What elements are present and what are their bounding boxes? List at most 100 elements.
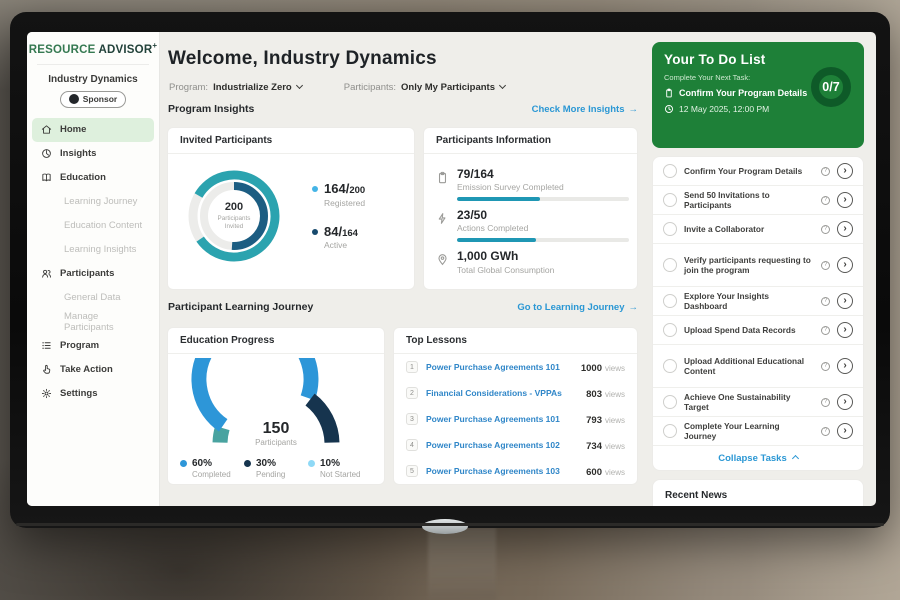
sidebar-nav: HomeInsights Education Learning Journey Edu…: [27, 118, 159, 406]
task-checkbox[interactable]: [663, 164, 677, 178]
task-row[interactable]: Send 50 Invitations to Participants?›: [653, 186, 863, 215]
chevron-down-icon: [296, 82, 303, 89]
task-checkbox[interactable]: [663, 258, 677, 272]
sidebar-item-participants[interactable]: Participants: [32, 262, 154, 286]
lesson-link[interactable]: Power Purchase Agreements 103: [426, 466, 578, 476]
task-row[interactable]: Achieve One Sustainability Target?›: [653, 388, 863, 417]
help-icon[interactable]: ?: [821, 398, 830, 407]
sidebar-item-label: Manage Participants: [64, 311, 145, 333]
monitor-power-button: [422, 519, 468, 534]
participants-filter-value[interactable]: Only My Participants: [401, 82, 495, 93]
todo-summary-card: Your To Do List Complete Your Next Task:…: [652, 42, 864, 148]
task-checkbox[interactable]: [663, 395, 677, 409]
legend-dot: [312, 229, 318, 235]
sidebar-item-label: Education Content: [64, 220, 142, 231]
task-open-button[interactable]: ›: [837, 394, 853, 410]
sidebar-item-take-action[interactable]: Take Action: [32, 358, 154, 382]
sidebar-item-label: Participants: [60, 268, 114, 279]
program-filter[interactable]: Program:Industrialize Zero: [169, 82, 302, 93]
task-open-button[interactable]: ›: [837, 358, 853, 374]
lesson-views: 734views: [586, 436, 625, 454]
todo-title: Your To Do List: [664, 52, 852, 67]
sidebar-item-learning-journey[interactable]: Learning Journey: [32, 190, 154, 214]
sidebar-item-label: Education: [60, 172, 106, 183]
collapse-tasks-link[interactable]: Collapse Tasks: [653, 446, 863, 470]
lesson-link[interactable]: Power Purchase Agreements 102: [426, 440, 578, 450]
task-row[interactable]: Upload Additional Educational Content?›: [653, 345, 863, 388]
lesson-link[interactable]: Power Purchase Agreements 101: [426, 362, 573, 372]
check-more-insights-link[interactable]: Check More Insights→: [532, 104, 638, 115]
task-open-button[interactable]: ›: [837, 192, 853, 208]
task-open-button[interactable]: ›: [837, 293, 853, 309]
sidebar-item-settings[interactable]: Settings: [32, 382, 154, 406]
task-checkbox[interactable]: [663, 294, 677, 308]
education-progress-gauge: 150 Participants: [191, 358, 361, 450]
lesson-row: 2Financial Considerations - VPPAs803view…: [394, 380, 637, 406]
task-open-button[interactable]: ›: [837, 423, 853, 439]
task-checkbox[interactable]: [663, 424, 677, 438]
sidebar-item-education[interactable]: Education: [32, 166, 154, 190]
sponsor-badge[interactable]: Sponsor: [60, 91, 126, 108]
task-checkbox[interactable]: [663, 222, 677, 236]
survey-icon: [436, 171, 449, 184]
task-open-button[interactable]: ›: [837, 163, 853, 179]
lesson-link[interactable]: Financial Considerations - VPPAs: [426, 388, 578, 398]
lesson-link[interactable]: Power Purchase Agreements 101: [426, 414, 578, 424]
lesson-row: 5Power Purchase Agreements 103600views: [394, 458, 637, 484]
help-icon[interactable]: ?: [821, 362, 830, 371]
help-icon[interactable]: ?: [821, 427, 830, 436]
task-row[interactable]: Confirm Your Program Details?›: [653, 157, 863, 186]
help-icon[interactable]: ?: [821, 167, 830, 176]
task-checkbox[interactable]: [663, 193, 677, 207]
task-row[interactable]: Complete Your Learning Journey?›: [653, 417, 863, 446]
progress-bar-track: [457, 238, 629, 242]
sidebar-item-learning-insights[interactable]: Learning Insights: [32, 238, 154, 262]
sidebar-item-label: Learning Insights: [64, 244, 136, 255]
task-open-button[interactable]: ›: [837, 322, 853, 338]
sponsor-icon: [69, 94, 79, 104]
go-to-learning-journey-link[interactable]: Go to Learning Journey→: [517, 302, 638, 313]
stat-text: 23/50Actions Completed: [457, 209, 528, 233]
stat-label: Total Global Consumption: [457, 265, 554, 275]
lesson-rank: 3: [406, 413, 418, 425]
task-row[interactable]: Verify participants requesting to join t…: [653, 244, 863, 287]
program-insights-header: Program Insights Check More Insights→: [168, 103, 638, 115]
task-open-button[interactable]: ›: [837, 257, 853, 273]
legend-dot: [180, 460, 187, 467]
program-filter-value[interactable]: Industrialize Zero: [213, 82, 292, 93]
task-row[interactable]: Upload Spend Data Records?›: [653, 316, 863, 345]
help-icon[interactable]: ?: [821, 297, 830, 306]
lesson-row: 1Power Purchase Agreements 1011000views: [394, 354, 637, 380]
sidebar-item-label: Take Action: [60, 364, 113, 375]
stat-row: 79/164Emission Survey Completed: [436, 168, 625, 192]
legend-text: 30%Pending: [256, 458, 285, 479]
participants-filter[interactable]: Participants:Only My Participants: [344, 82, 505, 93]
sidebar-item-general-data[interactable]: General Data: [32, 286, 154, 310]
task-row[interactable]: Explore Your Insights Dashboard?›: [653, 287, 863, 316]
stat-item: 79/164Emission Survey Completed: [436, 168, 625, 201]
sidebar-divider: [37, 64, 149, 65]
views-suffix: views: [605, 390, 625, 399]
help-icon[interactable]: ?: [821, 261, 830, 270]
recent-news-title: Recent News: [653, 480, 863, 506]
task-open-button[interactable]: ›: [837, 221, 853, 237]
sidebar-item-program[interactable]: Program: [32, 334, 154, 358]
card-title: Participants Information: [424, 128, 637, 154]
task-row[interactable]: Invite a Collaborator?›: [653, 215, 863, 244]
lesson-views: 803views: [586, 384, 625, 402]
todo-task-list: Confirm Your Program Details?›Send 50 In…: [652, 156, 864, 471]
sidebar-item-label: Learning Journey: [64, 196, 137, 207]
help-icon[interactable]: ?: [821, 225, 830, 234]
legend-value: 164/200: [324, 182, 365, 196]
sidebar-item-home[interactable]: Home: [32, 118, 154, 142]
lesson-views: 1000views: [581, 358, 625, 376]
task-checkbox[interactable]: [663, 323, 677, 337]
sidebar-item-label: Program: [60, 340, 99, 351]
help-icon[interactable]: ?: [821, 326, 830, 335]
help-icon[interactable]: ?: [821, 196, 830, 205]
chevron-down-icon: [499, 82, 506, 89]
sidebar-item-insights[interactable]: Insights: [32, 142, 154, 166]
task-checkbox[interactable]: [663, 359, 677, 373]
sidebar-item-manage-participants[interactable]: Manage Participants: [32, 310, 154, 334]
sidebar-item-education-content[interactable]: Education Content: [32, 214, 154, 238]
